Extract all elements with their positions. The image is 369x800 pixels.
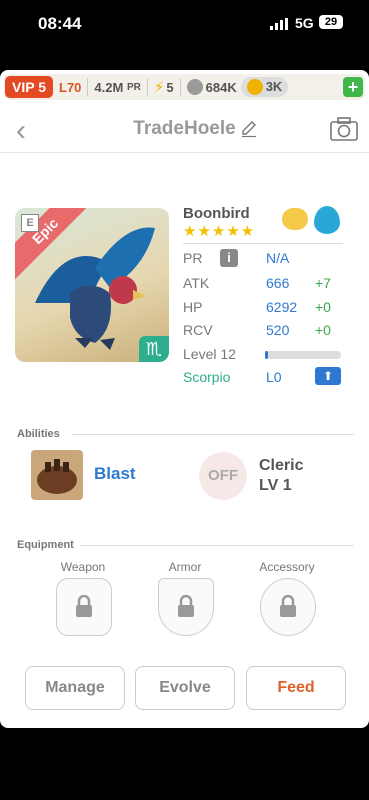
blast-ability-icon[interactable] bbox=[31, 450, 83, 500]
app-window: VIP 5 L70 4.2M PR ⚡ 5 684K 3K + ‹ TradeH… bbox=[0, 70, 369, 728]
level-label: Level 12 bbox=[183, 346, 236, 362]
stat-label: PR bbox=[183, 250, 203, 266]
header: ‹ TradeHoele bbox=[0, 108, 369, 153]
network-label: 5G bbox=[295, 15, 314, 31]
lock-icon bbox=[280, 595, 296, 617]
armor-slot[interactable] bbox=[158, 578, 214, 636]
ability-level: LV 1 bbox=[259, 477, 292, 494]
energy-value: 5 bbox=[166, 79, 174, 95]
abilities-title: Abilities bbox=[17, 428, 60, 440]
divider bbox=[80, 545, 354, 546]
divider bbox=[87, 78, 89, 96]
vip-badge[interactable]: VIP 5 bbox=[5, 76, 53, 98]
silver-coin-icon bbox=[186, 79, 203, 95]
scorpio-icon: ♏ bbox=[139, 336, 169, 362]
power-value: 4.2M bbox=[94, 79, 124, 95]
ability-name: Cleric bbox=[259, 457, 304, 474]
stat-label: RCV bbox=[183, 322, 213, 338]
info-icon[interactable]: i bbox=[220, 249, 238, 267]
stat-row-pr: PR i N/A bbox=[183, 249, 353, 272]
gold-chip: 3K bbox=[240, 77, 289, 97]
stat-row-level: Level 12 bbox=[183, 346, 353, 368]
monster-portrait[interactable]: Epic E ♏ bbox=[15, 208, 169, 362]
accessory-slot[interactable] bbox=[260, 578, 316, 636]
silver-value: 684K bbox=[205, 79, 237, 95]
stat-value: 6292 bbox=[266, 299, 298, 315]
divider bbox=[179, 78, 181, 96]
gold-value: 3K bbox=[265, 79, 283, 94]
status-time: 08:44 bbox=[38, 14, 82, 33]
weapon-label: Weapon bbox=[60, 560, 106, 574]
fist-icon bbox=[37, 459, 77, 494]
stat-bonus: +7 bbox=[315, 275, 331, 291]
stat-value: N/A bbox=[266, 250, 290, 266]
accessory-label: Accessory bbox=[259, 560, 315, 574]
ability-info[interactable]: Cleric LV 1 bbox=[259, 456, 303, 496]
energy-icon: ⚡ bbox=[153, 79, 165, 96]
light-element-icon bbox=[282, 208, 308, 230]
stat-row-rcv: RCV 520 +0 bbox=[183, 322, 353, 344]
stat-bonus: +0 bbox=[315, 322, 331, 338]
stat-label: HP bbox=[183, 299, 203, 315]
status-bar: 08:44 5G 29 bbox=[0, 0, 369, 48]
manage-button[interactable]: Manage bbox=[25, 666, 125, 710]
page-title: TradeHoele bbox=[133, 118, 236, 139]
armor-label: Armor bbox=[168, 560, 202, 574]
ability-name[interactable]: Blast bbox=[94, 464, 136, 484]
sign-upgrade-button[interactable]: ⬆ bbox=[315, 367, 341, 385]
divider bbox=[183, 243, 343, 244]
sign-level: L0 bbox=[266, 369, 282, 385]
cleric-ability-off-icon[interactable]: OFF bbox=[199, 452, 247, 500]
water-element-icon bbox=[314, 206, 340, 234]
stat-row-sign: Scorpio L0 ⬆ bbox=[183, 367, 353, 391]
signal-icon bbox=[270, 18, 288, 30]
lock-icon bbox=[178, 595, 194, 617]
feed-button[interactable]: Feed bbox=[246, 666, 346, 710]
divider bbox=[72, 434, 354, 435]
star-rating: ★★★★★ bbox=[183, 223, 256, 240]
stat-row-atk: ATK 666 +7 bbox=[183, 275, 353, 297]
stat-bonus: +0 bbox=[315, 299, 331, 315]
evolve-button[interactable]: Evolve bbox=[135, 666, 235, 710]
divider bbox=[146, 78, 148, 96]
battery-icon: 29 bbox=[319, 15, 343, 29]
stat-value: 520 bbox=[266, 322, 290, 338]
resource-bar: VIP 5 L70 4.2M PR ⚡ 5 684K 3K + bbox=[4, 74, 365, 100]
weapon-slot[interactable] bbox=[56, 578, 112, 636]
stat-label: ATK bbox=[183, 275, 210, 291]
power-unit: PR bbox=[126, 81, 141, 93]
stat-row-hp: HP 6292 +0 bbox=[183, 299, 353, 321]
level-progress-fill bbox=[265, 351, 269, 359]
lock-icon bbox=[76, 595, 92, 617]
equipment-title: Equipment bbox=[17, 539, 74, 551]
sign-label: Scorpio bbox=[183, 369, 231, 385]
player-level: L70 bbox=[59, 79, 82, 95]
add-currency-button[interactable]: + bbox=[343, 77, 363, 97]
edit-pencil-icon[interactable] bbox=[240, 120, 258, 138]
gold-coin-icon bbox=[246, 79, 263, 95]
camera-icon[interactable] bbox=[330, 117, 358, 141]
stat-value: 666 bbox=[266, 275, 290, 291]
monster-name: Boonbird bbox=[183, 205, 250, 222]
level-progress-bar bbox=[265, 351, 341, 359]
